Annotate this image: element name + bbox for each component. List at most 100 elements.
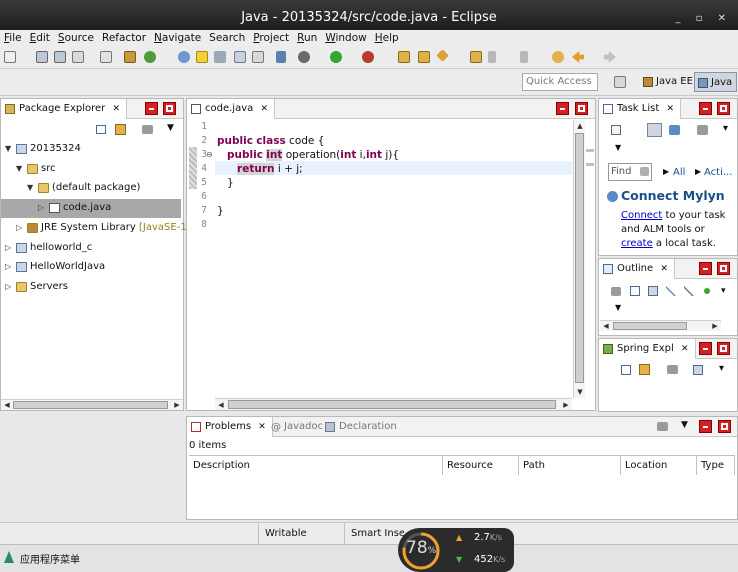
minimize-button[interactable] [699,262,712,275]
collapse-all-icon[interactable] [630,286,640,296]
close-icon[interactable]: ✕ [666,104,674,114]
menu-search[interactable]: Search [209,30,251,47]
save-icon[interactable] [36,51,48,63]
column-header-resource[interactable]: Resource [443,456,519,475]
tree-item[interactable]: ▷ Servers [1,278,181,297]
collapse-arrow-icon[interactable]: ▼ [5,144,11,153]
maximize-button[interactable] [718,420,731,433]
minimize-button[interactable] [699,342,712,355]
open-perspective-icon[interactable] [614,76,626,88]
scroll-thumb[interactable] [613,322,687,330]
expand-arrow-icon[interactable]: ▷ [16,223,22,232]
external-tools-icon[interactable] [362,51,374,63]
close-icon[interactable]: ✕ [260,104,268,114]
tab-task-list[interactable]: Task List ✕ [599,99,681,119]
scroll-left-icon[interactable]: ◀ [215,401,227,409]
view-menu-icon[interactable]: ▼ [167,123,174,133]
activate-link[interactable]: Acti... [704,167,732,178]
view-menu-icon[interactable]: ▾ [721,286,726,296]
sort-icon[interactable] [648,286,658,296]
new-package-icon[interactable] [418,51,430,63]
close-icon[interactable]: ✕ [660,264,668,274]
filter-icon[interactable] [657,422,668,431]
column-header-path[interactable]: Path [519,456,621,475]
link-editor-icon[interactable] [115,124,126,135]
next-annotation-icon[interactable] [488,51,496,63]
print-icon[interactable] [72,51,84,63]
tab-package-explorer[interactable]: Package Explorer ✕ [1,99,127,119]
expand-arrow-icon[interactable]: ▷ [5,262,11,271]
view-menu-icon[interactable]: ▾ [723,123,728,134]
filter-icon[interactable] [667,365,678,374]
view-menu-icon[interactable]: ▼ [681,420,688,430]
all-tasks-link[interactable]: All [673,167,685,178]
back-icon[interactable] [572,51,584,63]
tab-problems[interactable]: Problems ✕ [187,417,273,437]
tab-code-java[interactable]: code.java ✕ [187,99,275,119]
tab-declaration[interactable]: Declaration [325,421,397,432]
new-icon[interactable] [4,51,16,63]
toggle-icon[interactable] [214,51,226,63]
menu-file[interactable]: File [4,30,28,47]
new-class-icon[interactable] [436,49,449,62]
new-java-project-icon[interactable] [398,51,410,63]
new-task-icon[interactable] [611,125,621,135]
close-icon[interactable]: ✕ [258,422,266,432]
editor-vertical-scrollbar[interactable]: ▲ ▼ [573,120,585,398]
expand-arrow-icon[interactable]: ▷ [5,282,11,291]
menu-run[interactable]: Run [297,30,323,47]
build-icon[interactable] [124,51,136,63]
scheduled-icon[interactable] [669,125,680,135]
window-title-bar[interactable]: Java - 20135324/src/code.java - Eclipse … [0,0,738,30]
forward-icon[interactable] [604,51,616,63]
save-all-icon[interactable] [54,51,66,63]
pin-icon[interactable] [178,51,190,63]
editor-horizontal-scrollbar[interactable]: ◀ ▶ [215,398,572,410]
column-header-description[interactable]: Description [189,456,443,475]
outline-horizontal-scrollbar[interactable]: ◀ ▶ [600,320,721,331]
menu-source[interactable]: Source [58,30,100,47]
expand-arrow-icon[interactable]: ▷ [38,203,44,212]
skip-breakpoints-icon[interactable] [276,51,286,63]
sort-icon[interactable] [693,365,703,375]
menu-project[interactable]: Project [253,30,295,47]
quick-access-input[interactable]: Quick Access [522,73,598,91]
scroll-left-icon[interactable]: ◀ [600,322,612,330]
link-editor-icon[interactable] [639,364,650,375]
scroll-thumb[interactable] [13,401,168,409]
maximize-button[interactable] [163,102,176,115]
block-select-icon[interactable] [234,51,246,63]
open-folder-icon[interactable] [470,51,482,63]
hide-nonpublic-icon[interactable] [704,288,710,294]
column-header-location[interactable]: Location [621,456,697,475]
maximize-button[interactable] [575,102,588,115]
hide-static-icon[interactable] [684,286,694,296]
tree-item[interactable]: ▷ helloworld_c [1,239,181,258]
collapse-all-icon[interactable] [621,365,631,375]
tab-outline[interactable]: Outline ✕ [599,259,675,279]
filter-icon[interactable] [611,287,621,296]
app-menu-icon[interactable] [4,551,14,563]
minimize-button[interactable] [699,420,712,433]
minimize-button[interactable] [556,102,569,115]
maximize-button[interactable] [717,102,730,115]
mark-occurrences-icon[interactable] [196,51,208,63]
scroll-left-icon[interactable]: ◀ [1,401,13,409]
dropdown-icon[interactable]: ▼ [615,143,621,152]
scroll-thumb[interactable] [228,400,556,409]
tree-item[interactable]: ▼ 20135324 [1,140,181,159]
open-type-icon[interactable] [100,51,112,63]
code-area[interactable]: public class code { public int operation… [187,121,573,391]
close-icon[interactable]: ✕ [681,344,689,354]
scroll-right-icon[interactable]: ▶ [709,322,721,330]
tree-item[interactable]: ▷ JRE System Library [JavaSE-1.7] [1,219,200,238]
collapse-arrow-icon[interactable]: ▼ [16,164,22,173]
minimize-button[interactable] [145,102,158,115]
maximize-button[interactable] [717,262,730,275]
dropdown-icon[interactable]: ▼ [615,303,621,312]
debug-icon[interactable] [298,51,310,63]
clear-icon[interactable] [640,167,649,176]
scroll-right-icon[interactable]: ▶ [560,401,572,409]
view-menu-filter-icon[interactable] [142,125,153,134]
tree-item[interactable]: ▼ (default package) [1,179,181,198]
